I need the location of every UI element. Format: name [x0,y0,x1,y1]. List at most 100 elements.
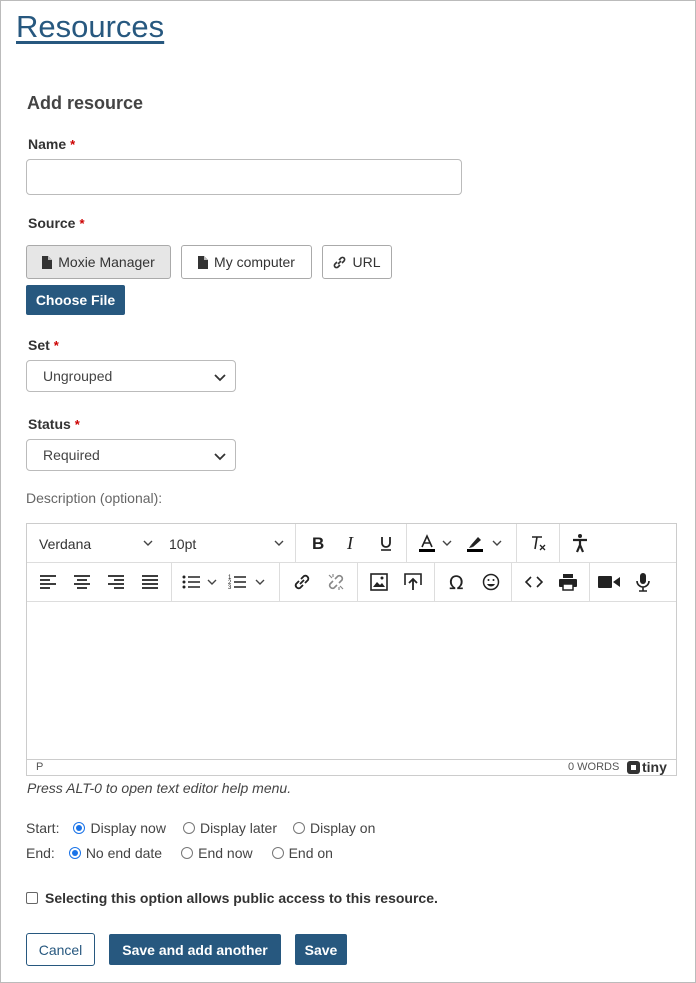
no-end-date-label[interactable]: No end date [86,845,162,861]
display-on-radio[interactable] [292,822,305,834]
public-access-label[interactable]: Selecting this option allows public acce… [45,890,438,906]
save-button[interactable]: Save [295,934,347,965]
my-computer-button[interactable]: My computer [181,245,312,279]
emoji-icon[interactable] [474,567,508,597]
svg-text:Ω: Ω [449,573,464,591]
svg-text:B: B [312,535,324,551]
chevron-down-icon [492,540,502,546]
chevron-down-icon [143,540,153,546]
clear-group [517,524,560,562]
display-later-radio[interactable] [182,822,195,834]
image-icon[interactable] [362,567,396,597]
end-on-radio[interactable] [271,847,284,859]
omega-icon[interactable]: Ω [440,567,474,597]
no-end-date-radio[interactable] [68,847,81,859]
url-button[interactable]: URL [322,245,392,279]
align-group [27,563,172,601]
chevron-down-icon [442,540,452,546]
moxie-manager-button[interactable]: Moxie Manager [26,245,171,279]
required-mark: * [70,137,76,152]
justify-icon[interactable] [133,567,167,597]
page-title[interactable]: Resources [16,9,164,45]
upload-icon[interactable] [396,567,430,597]
italic-icon[interactable]: I [335,528,369,558]
set-select[interactable]: Ungrouped [26,360,236,392]
element-path[interactable]: P [36,761,43,773]
bullet-list-icon[interactable] [176,567,206,597]
link-icon [334,256,346,268]
list-group: 123 [172,563,280,601]
link-group [280,563,358,601]
file-icon [198,255,209,269]
bold-icon[interactable]: B [301,528,335,558]
numbered-list-icon[interactable]: 123 [220,567,254,597]
choose-file-button[interactable]: Choose File [26,285,125,315]
name-input[interactable] [26,159,462,195]
editor-status-bar: P 0 WORDS tiny [27,759,676,776]
end-on-label[interactable]: End on [289,845,333,861]
end-now-radio[interactable] [181,847,194,859]
font-group: Verdana 10pt [27,524,296,562]
align-left-icon[interactable] [31,567,65,597]
form-heading: Add resource [27,93,144,113]
tiny-logo[interactable]: tiny [627,759,667,775]
required-mark: * [74,417,80,432]
microphone-icon[interactable] [626,567,660,597]
chevron-down-icon [207,579,217,585]
status-label: Status * [28,416,80,432]
format-group: B I [296,524,407,562]
status-select[interactable]: Required [26,439,236,471]
code-group [512,563,590,601]
start-label: Start: [26,820,60,836]
accessibility-icon[interactable] [563,528,597,558]
print-icon[interactable] [551,567,585,597]
chevron-down-icon [214,374,226,382]
description-label: Description (optional): [26,490,163,506]
name-label: Name * [28,136,75,152]
start-radio-group: Start: Display now Display later Display… [26,820,375,836]
required-mark: * [79,216,85,231]
display-now-label[interactable]: Display now [90,820,165,836]
word-count[interactable]: 0 WORDS [568,761,619,773]
a11y-group [560,524,602,562]
public-access-checkbox[interactable] [26,892,38,904]
status-label-text: Status [28,416,71,432]
my-computer-label: My computer [214,254,295,270]
chevron-down-icon [255,579,265,585]
set-selected-value: Ungrouped [43,368,113,384]
source-label: Source * [28,215,85,231]
unlink-icon[interactable] [319,567,353,597]
align-center-icon[interactable] [65,567,99,597]
font-size-select[interactable]: 10pt [169,536,196,552]
chevron-down-icon [214,453,226,461]
display-now-radio[interactable] [73,822,86,834]
av-group [590,563,676,601]
chevron-down-icon [274,540,284,546]
font-family-select[interactable]: Verdana [39,536,91,552]
status-selected-value: Required [43,447,100,463]
required-mark: * [53,338,59,353]
text-color-icon[interactable] [413,528,441,558]
display-later-label[interactable]: Display later [200,820,277,836]
moxie-manager-label: Moxie Manager [58,254,155,270]
video-icon[interactable] [592,567,626,597]
tiny-brand-icon [627,760,640,774]
file-icon [42,255,53,269]
set-label-text: Set [28,337,50,353]
underline-icon[interactable] [369,528,403,558]
link-icon[interactable] [285,567,319,597]
code-icon[interactable] [517,567,551,597]
media-group [358,563,435,601]
clear-format-icon[interactable] [521,528,555,558]
end-radio-group: End: No end date End now End on [26,845,333,861]
name-label-text: Name [28,136,67,152]
save-and-add-another-button[interactable]: Save and add another [109,934,281,965]
editor-content-area[interactable] [27,602,676,759]
end-now-label[interactable]: End now [198,845,252,861]
cancel-button[interactable]: Cancel [26,933,95,966]
tiny-brand-text: tiny [642,759,667,775]
set-label: Set * [28,337,59,353]
display-on-label[interactable]: Display on [310,820,375,836]
highlight-icon[interactable] [459,528,491,558]
align-right-icon[interactable] [99,567,133,597]
